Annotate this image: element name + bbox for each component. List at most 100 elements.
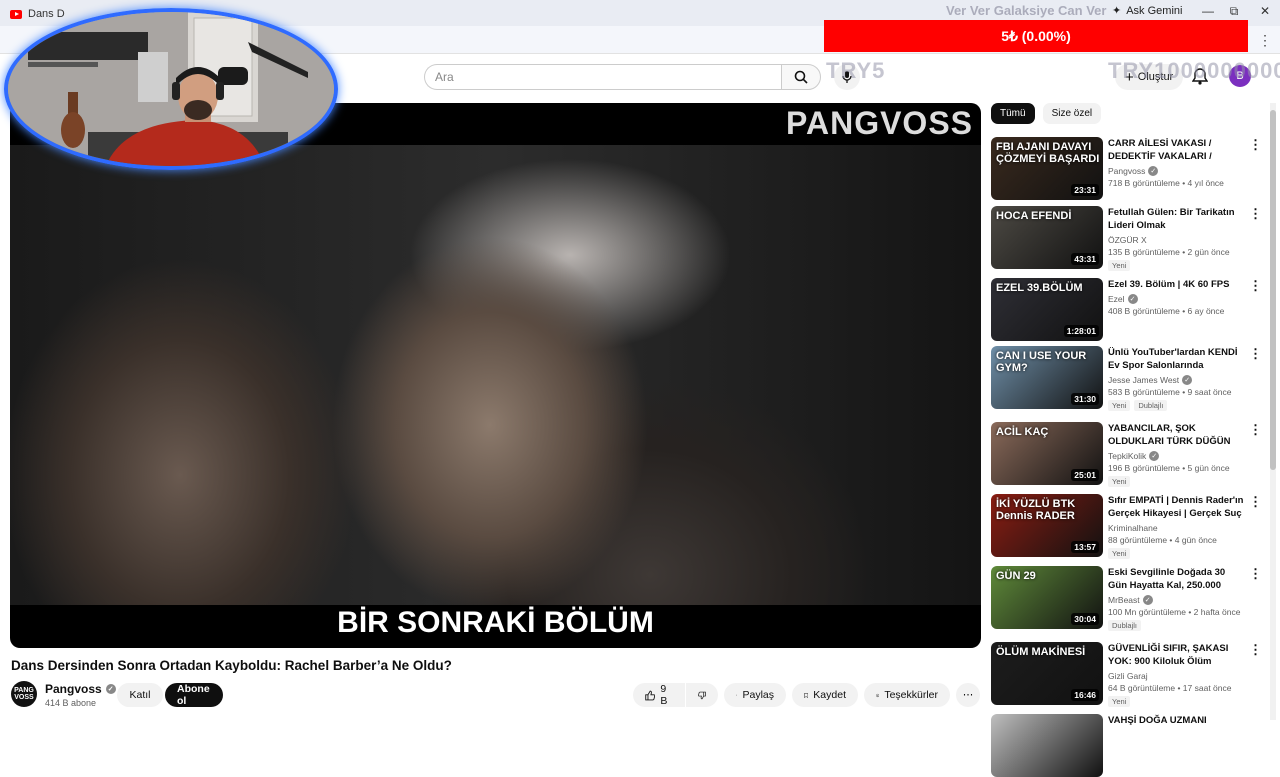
chip-for-you[interactable]: Size özel bbox=[1042, 103, 1102, 124]
recommendation-badge: Yeni bbox=[1108, 260, 1131, 271]
thumbnail-text: İKİ YÜZLÜ BTK Dennis RADER bbox=[996, 498, 1076, 522]
recommendation-badge: Yeni bbox=[1108, 476, 1131, 487]
recommendation-menu-icon[interactable]: ⋮ bbox=[1249, 566, 1262, 582]
maximize-button[interactable]: ⧉ bbox=[1224, 4, 1244, 19]
thumbnail-text: ACİL KAÇ bbox=[996, 426, 1049, 438]
search-placeholder: Ara bbox=[435, 70, 454, 84]
recommendation-channel[interactable]: Gizli Garaj bbox=[1108, 671, 1148, 681]
thanks-button[interactable]: $ Teşekkürler bbox=[864, 683, 950, 707]
channel-avatar[interactable]: PANG VOSS bbox=[11, 681, 37, 707]
video-thumbnail[interactable]: ACİL KAÇ 25:01 bbox=[991, 422, 1103, 485]
recommendation-info: CARR AİLESİ VAKASI / DEDEKTİF VAKALARI /… bbox=[1108, 137, 1246, 188]
video-thumbnail[interactable]: CAN I USE YOUR GYM? 31:30 bbox=[991, 346, 1103, 409]
browser-menu-icon[interactable]: ⋮ bbox=[1258, 32, 1272, 49]
recommendation-channel-row: TepkiKolik ✓ bbox=[1108, 451, 1246, 461]
close-window-button[interactable]: ✕ bbox=[1255, 4, 1275, 18]
video-thumbnail[interactable]: FBI AJANI DAVAYI ÇÖZMEYİ BAŞARDI 23:31 bbox=[991, 137, 1103, 200]
search-icon bbox=[794, 70, 808, 84]
more-actions-button[interactable]: ⋯ bbox=[956, 683, 980, 707]
thumbnail-text: ÖLÜM MAKİNESİ bbox=[996, 646, 1086, 658]
search-input[interactable]: Ara bbox=[424, 64, 782, 90]
recommendation-menu-icon[interactable]: ⋮ bbox=[1249, 642, 1262, 658]
video-player[interactable]: PANGVOSS BİR SONRAKİ BÖLÜM bbox=[10, 103, 981, 648]
recommendation-badge: Yeni bbox=[1108, 696, 1131, 707]
video-thumbnail[interactable]: GÜN 29 30:04 bbox=[991, 566, 1103, 629]
recommendation-title[interactable]: GÜVENLİĞİ SIFIR, ŞAKASI YOK: 900 Kiloluk… bbox=[1108, 642, 1246, 668]
join-button[interactable]: Katıl bbox=[117, 683, 163, 707]
recommendation-badges: Yeni Dublajlı bbox=[1108, 400, 1246, 411]
ask-gemini-button[interactable]: ✦ Ask Gemini bbox=[1112, 4, 1182, 18]
recommendation-channel[interactable]: MrBeast bbox=[1108, 595, 1140, 605]
recommendation-title[interactable]: Eski Sevgilinle Doğada 30 Gün Hayatta Ka… bbox=[1108, 566, 1246, 592]
recommendation-channel[interactable]: Pangvoss bbox=[1108, 166, 1145, 176]
recommendation-title[interactable]: VAHŞİ DOĞA UZMANI bbox=[1108, 714, 1246, 727]
recommendation-badges: Yeni bbox=[1108, 476, 1246, 487]
recommendation-channel-row: Jesse James West ✓ bbox=[1108, 375, 1246, 385]
share-button[interactable]: Paylaş bbox=[724, 683, 786, 707]
video-thumbnail[interactable]: EZEL 39.BÖLÜM 1:28:01 bbox=[991, 278, 1103, 341]
scrollbar-thumb[interactable] bbox=[1270, 110, 1276, 470]
recommendation-meta: 100 Mn görüntüleme • 2 hafta önce bbox=[1108, 607, 1241, 617]
browser-tab[interactable]: Dans D bbox=[10, 4, 65, 24]
recommendation-menu-icon[interactable]: ⋮ bbox=[1249, 206, 1262, 222]
video-thumbnail[interactable]: ÖLÜM MAKİNESİ 16:46 bbox=[991, 642, 1103, 705]
streamer-webcam bbox=[4, 8, 338, 170]
recommendation-menu-icon[interactable]: ⋮ bbox=[1249, 346, 1262, 362]
chip-all[interactable]: Tümü bbox=[991, 103, 1035, 124]
channel-name[interactable]: Pangvoss bbox=[45, 682, 102, 696]
recommendation-channel-row: Gizli Garaj bbox=[1108, 671, 1246, 681]
recommendation-channel[interactable]: ÖZGÜR X bbox=[1108, 235, 1147, 245]
recommendation-title[interactable]: Fetullah Gülen: Bir Tarikatın Lideri Olm… bbox=[1108, 206, 1246, 232]
thanks-label: Teşekkürler bbox=[884, 689, 938, 701]
recommendation-title[interactable]: Sıfır EMPATİ | Dennis Rader'ın Gerçek Hi… bbox=[1108, 494, 1246, 520]
video-thumbnail[interactable] bbox=[991, 714, 1103, 777]
recommendation-menu-icon[interactable]: ⋮ bbox=[1249, 137, 1262, 153]
recommendation-badge: Yeni bbox=[1108, 400, 1131, 411]
recommendation-menu-icon[interactable]: ⋮ bbox=[1249, 422, 1262, 438]
minimize-button[interactable]: — bbox=[1198, 4, 1218, 18]
dislike-button[interactable] bbox=[686, 683, 718, 707]
super-thanks-icon: $ bbox=[876, 693, 880, 697]
subscribe-button[interactable]: Abone ol bbox=[165, 683, 223, 707]
thumbnail-text: HOCA EFENDİ bbox=[996, 210, 1072, 222]
recommendation-title[interactable]: Ünlü YouTuber'lardan KENDİ Ev Spor Salon… bbox=[1108, 346, 1246, 372]
save-button[interactable]: Kaydet bbox=[792, 683, 858, 707]
video-thumbnail[interactable]: İKİ YÜZLÜ BTK Dennis RADER 13:57 bbox=[991, 494, 1103, 557]
recommendation-title[interactable]: CARR AİLESİ VAKASI / DEDEKTİF VAKALARI / bbox=[1108, 137, 1246, 163]
recommendation-channel[interactable]: Jesse James West bbox=[1108, 375, 1179, 385]
verified-icon: ✓ bbox=[1127, 294, 1138, 304]
thumbs-down-icon bbox=[698, 691, 706, 699]
recommendation-title[interactable]: YABANCILAR, ŞOK OLDUKLARI TÜRK DÜĞÜN GEL… bbox=[1108, 422, 1246, 448]
recommendation-meta: 718 B görüntüleme • 4 yıl önce bbox=[1108, 178, 1224, 188]
channel-name-row[interactable]: Pangvoss ✓ bbox=[45, 682, 116, 696]
recommendation-title[interactable]: Ezel 39. Bölüm | 4K 60 FPS bbox=[1108, 278, 1246, 291]
share-label: Paylaş bbox=[742, 689, 774, 701]
recommendation-badge: Dublajlı bbox=[1108, 620, 1142, 631]
like-button[interactable]: 9 B bbox=[633, 683, 685, 707]
duration-badge: 30:04 bbox=[1071, 613, 1099, 625]
next-episode-caption: BİR SONRAKİ BÖLÜM bbox=[337, 606, 654, 639]
recommendation-info: Eski Sevgilinle Doğada 30 Gün Hayatta Ka… bbox=[1108, 566, 1246, 631]
recommendation-menu-icon[interactable]: ⋮ bbox=[1249, 278, 1262, 294]
recommendation-menu-icon[interactable]: ⋮ bbox=[1249, 494, 1262, 510]
thumbnail-text: GÜN 29 bbox=[996, 570, 1036, 582]
recommendation-info: YABANCILAR, ŞOK OLDUKLARI TÜRK DÜĞÜN GEL… bbox=[1108, 422, 1246, 487]
thumbs-up-icon bbox=[645, 690, 656, 700]
recommendation-badges: Yeni bbox=[1108, 696, 1246, 707]
search-button[interactable] bbox=[781, 64, 821, 90]
duration-badge: 25:01 bbox=[1071, 469, 1099, 481]
recommendation-channel-row: Kriminalhane bbox=[1108, 523, 1246, 533]
recommendation-channel[interactable]: Kriminalhane bbox=[1108, 523, 1158, 533]
recommendation-channel-row: Ezel ✓ bbox=[1108, 294, 1246, 304]
recommendation-badges: Dublajlı bbox=[1108, 620, 1246, 631]
duration-badge: 1:28:01 bbox=[1063, 325, 1099, 337]
video-thumbnail[interactable]: HOCA EFENDİ 43:31 bbox=[991, 206, 1103, 269]
recommendation-meta: 135 B görüntüleme • 2 gün önce bbox=[1108, 247, 1230, 257]
recommendation-channel[interactable]: TepkiKolik bbox=[1108, 451, 1146, 461]
recommendation-channel[interactable]: Ezel bbox=[1108, 294, 1125, 304]
verified-icon: ✓ bbox=[1182, 375, 1193, 385]
recommendation-info: VAHŞİ DOĞA UZMANI bbox=[1108, 714, 1246, 727]
thumbnail-text: FBI AJANI DAVAYI ÇÖZMEYİ BAŞARDI bbox=[996, 141, 1100, 165]
youtube-favicon-icon bbox=[10, 9, 22, 19]
verified-icon: ✓ bbox=[1148, 166, 1159, 176]
